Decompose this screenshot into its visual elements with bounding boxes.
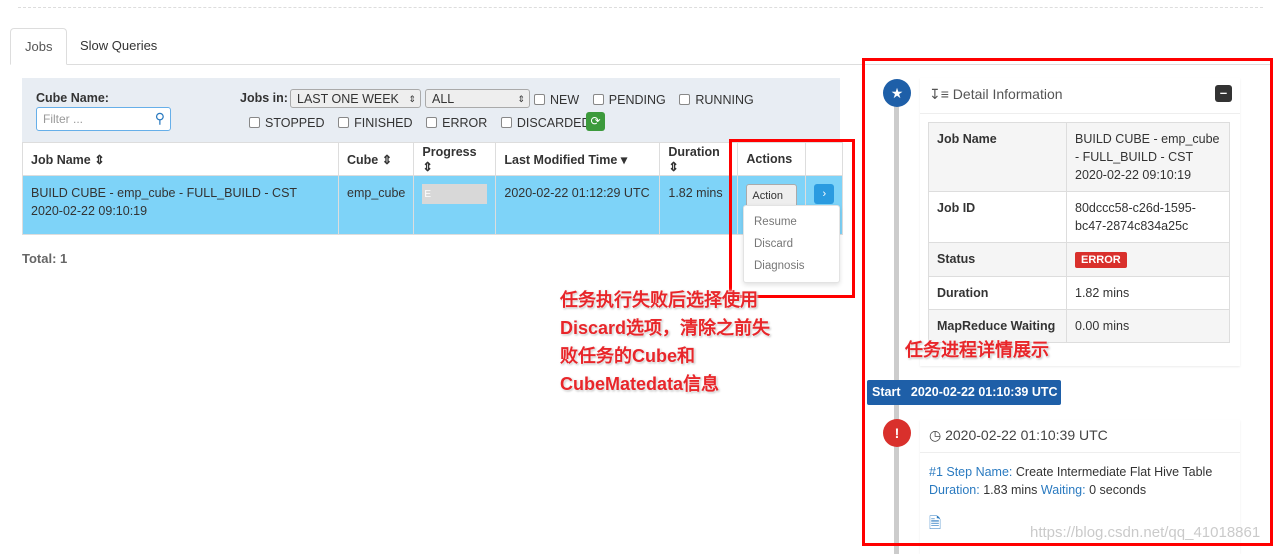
- sort-desc-icon: ▾: [620, 152, 628, 167]
- checkbox-label: STOPPED: [265, 116, 325, 130]
- checkbox-stopped[interactable]: [249, 117, 260, 128]
- progress-cell: E: [413, 175, 497, 235]
- checkbox-label: ERROR: [442, 116, 488, 130]
- jobs-table: Job Name ⇕ Cube ⇕ Progress ⇕ Last Modifi…: [22, 142, 844, 235]
- highlight-box-detail: [862, 58, 1273, 546]
- checkbox-label: RUNNING: [695, 93, 754, 107]
- col-cube[interactable]: Cube ⇕: [337, 142, 415, 176]
- checkbox-label: FINISHED: [354, 116, 413, 130]
- scope-select[interactable]: ALL ⇕: [425, 89, 530, 108]
- search-icon[interactable]: ⚲: [155, 110, 165, 127]
- divider: [18, 7, 1263, 8]
- sort-icon: ⇕: [668, 159, 679, 174]
- tab-jobs[interactable]: Jobs: [10, 28, 68, 65]
- time-range-value: LAST ONE WEEK: [297, 92, 399, 106]
- cube-name-placeholder: Filter ...: [43, 112, 84, 126]
- checkbox-new[interactable]: [534, 94, 545, 105]
- select-arrows-icon: ⇕: [408, 94, 416, 104]
- col-last-modified[interactable]: Last Modified Time ▾: [495, 142, 661, 176]
- table-header: Job Name ⇕ Cube ⇕ Progress ⇕ Last Modifi…: [22, 142, 844, 176]
- checkbox-running[interactable]: [679, 94, 691, 105]
- duration-cell: 1.82 mins: [659, 175, 739, 235]
- checkbox-label: PENDING: [608, 93, 666, 107]
- total-count: Total: 1: [22, 251, 68, 266]
- highlight-box-actions: [729, 139, 855, 298]
- checkbox-label: NEW: [550, 93, 580, 107]
- scope-value: ALL: [432, 92, 455, 106]
- checkbox-finished[interactable]: [338, 117, 350, 128]
- col-duration[interactable]: Duration ⇕: [659, 142, 739, 176]
- refresh-icon: ⟳: [590, 114, 601, 128]
- col-progress[interactable]: Progress ⇕: [413, 142, 497, 176]
- filter-panel: Cube Name: Filter ... ⚲ Jobs in: LAST ON…: [22, 78, 840, 142]
- sort-icon: ⇕: [381, 152, 393, 167]
- last-modified-cell: 2020-02-22 01:12:29 UTC: [495, 175, 661, 235]
- checkbox-label: DISCARDED: [516, 116, 591, 130]
- checkbox-pending[interactable]: [592, 94, 604, 105]
- cube-name-label: Cube Name:: [36, 91, 109, 105]
- sort-icon: ⇕: [422, 159, 433, 174]
- cube-cell: emp_cube: [337, 175, 415, 235]
- jobs-in-label: Jobs in:: [240, 91, 288, 105]
- table-row[interactable]: BUILD CUBE - emp_cube - FULL_BUILD - CST…: [22, 175, 844, 235]
- cube-name-input[interactable]: Filter ... ⚲: [36, 107, 171, 131]
- status-checkboxes-row1: NEW PENDING RUNNING: [534, 92, 764, 107]
- time-range-select[interactable]: LAST ONE WEEK ⇕: [290, 89, 421, 108]
- annotation-discard: 任务执行失败后选择使用 Discard选项，清除之前失 败任务的Cube和 Cu…: [560, 290, 771, 394]
- col-job-name[interactable]: Job Name ⇕: [22, 142, 339, 176]
- sort-icon: ⇕: [94, 152, 105, 167]
- select-arrows-icon: ⇕: [517, 94, 525, 104]
- refresh-button[interactable]: ⟳: [586, 112, 605, 131]
- checkbox-discarded[interactable]: [500, 117, 512, 128]
- tab-slow-queries[interactable]: Slow Queries: [66, 28, 171, 65]
- progress-bar: E: [422, 184, 488, 204]
- job-name-cell: BUILD CUBE - emp_cube - FULL_BUILD - CST…: [22, 175, 339, 235]
- checkbox-error[interactable]: [426, 117, 438, 128]
- status-checkboxes-row2: STOPPED FINISHED ERROR DISCARDED: [249, 115, 601, 130]
